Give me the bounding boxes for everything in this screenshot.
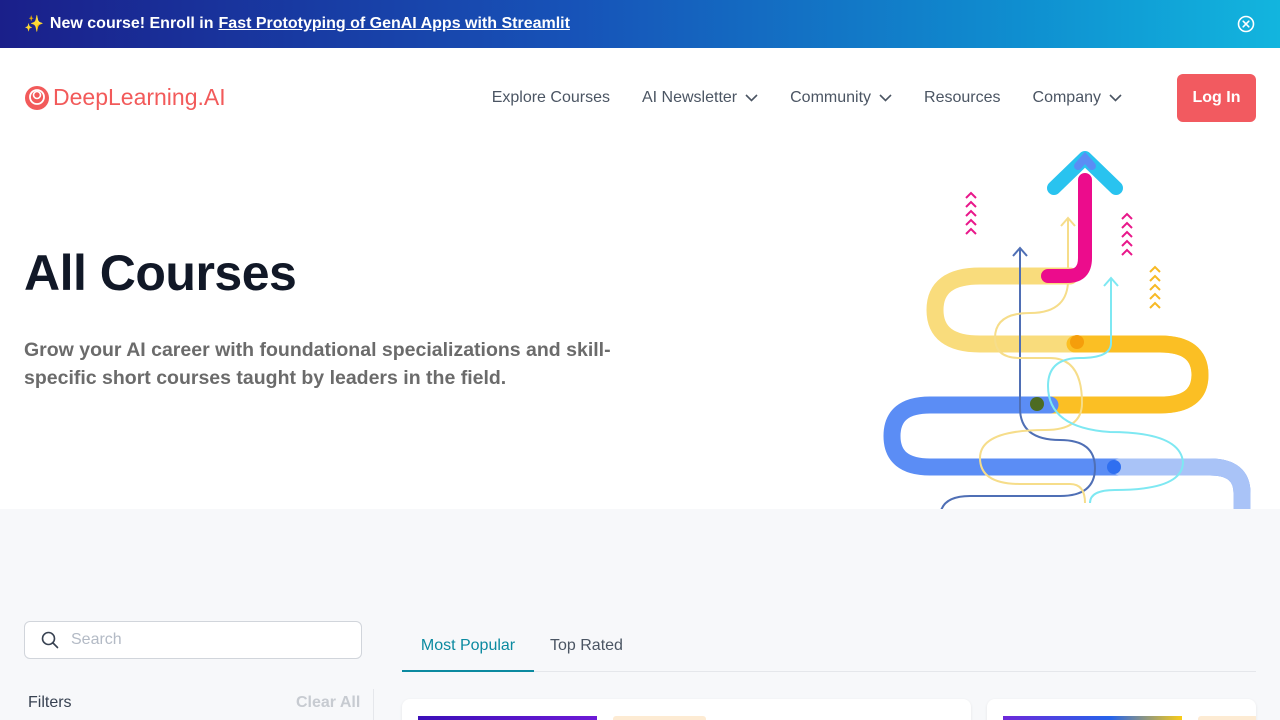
page-title: All Courses — [24, 245, 297, 301]
banner-text: New course! Enroll in — [49, 15, 214, 32]
chevron-down-icon — [1109, 94, 1122, 102]
hero-subtitle: Grow your AI career with foundational sp… — [24, 339, 611, 389]
course-thumbnail — [418, 716, 597, 720]
hero-illustration — [883, 151, 1251, 509]
sort-tabs: Most Popular Top Rated — [402, 625, 1256, 672]
nav-explore-courses[interactable]: Explore Courses — [492, 88, 610, 108]
course-thumbnail — [1003, 716, 1182, 720]
tab-most-popular[interactable]: Most Popular — [402, 637, 534, 672]
sparkle-icon: ✨ — [24, 16, 44, 33]
close-icon[interactable] — [1237, 15, 1255, 33]
logo-icon — [25, 85, 49, 110]
login-button[interactable]: Log In — [1177, 74, 1256, 122]
nav-item-label: Explore Courses — [491, 89, 610, 106]
banner-course-link[interactable]: Fast Prototyping of GenAI Apps with Stre… — [219, 15, 570, 33]
nav-resources[interactable]: Resources — [924, 88, 1000, 108]
filters-heading: Filters — [28, 694, 72, 711]
nav-links: Explore Courses AI Newsletter Community … — [460, 88, 1122, 108]
course-card[interactable] — [402, 699, 971, 720]
nav-ai-newsletter[interactable]: AI Newsletter — [642, 88, 758, 108]
course-card[interactable] — [987, 699, 1256, 720]
site-logo[interactable]: DeepLearning.AI — [24, 84, 226, 111]
course-badge — [613, 716, 706, 720]
nav-item-label: Resources — [924, 89, 1001, 106]
chevron-down-icon — [745, 94, 758, 102]
hero-section: All Courses Grow your AI career with fou… — [0, 148, 1280, 509]
nav-community[interactable]: Community — [790, 88, 892, 108]
nav-item-label: Community — [790, 89, 872, 106]
announcement-banner: ✨ New course! Enroll in Fast Prototyping… — [0, 0, 1280, 48]
logo-text: DeepLearning.AI — [53, 84, 226, 110]
chevron-down-icon — [879, 94, 892, 102]
tab-top-rated[interactable]: Top Rated — [550, 637, 623, 655]
search-icon — [41, 631, 59, 649]
search-input[interactable] — [71, 631, 331, 649]
course-listing-section: Filters Clear All Most Popular Top Rated — [0, 509, 1280, 720]
search-box[interactable] — [24, 621, 362, 659]
nav-item-label: Company — [1032, 89, 1101, 106]
nav-item-label: AI Newsletter — [641, 89, 738, 106]
clear-all-button[interactable]: Clear All — [296, 694, 360, 712]
course-badge — [1198, 716, 1256, 720]
main-navigation: DeepLearning.AI Explore Courses AI Newsl… — [0, 48, 1280, 148]
nav-company[interactable]: Company — [1033, 88, 1122, 108]
sidebar-divider — [373, 689, 374, 720]
